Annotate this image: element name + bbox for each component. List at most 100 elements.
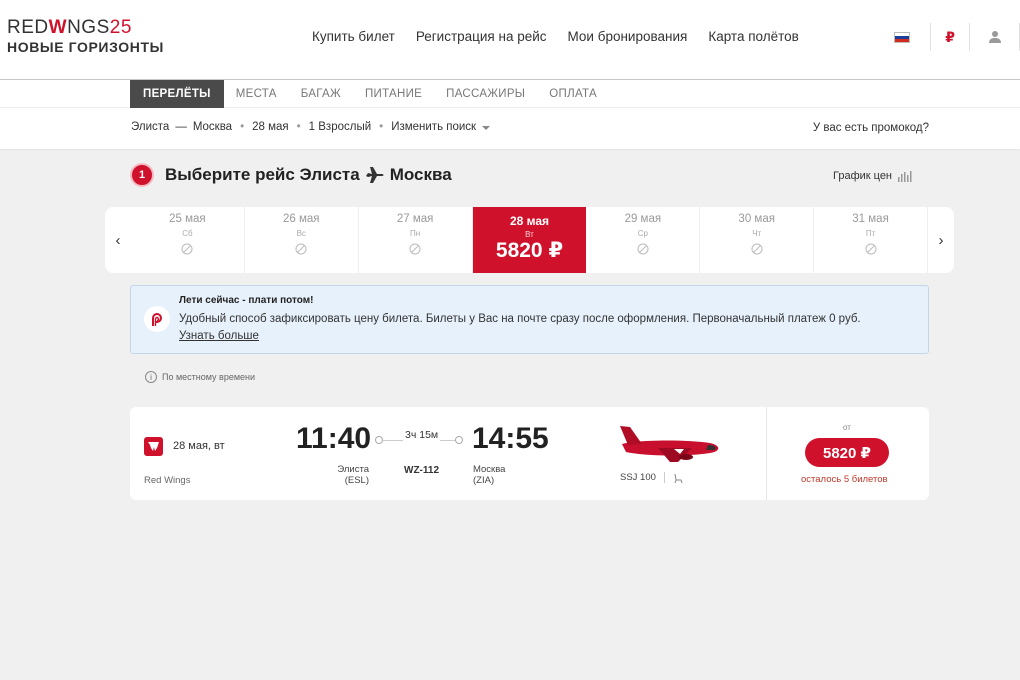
flight-duration: 3ч 15м: [403, 429, 441, 441]
date-label: 28 мая: [509, 214, 550, 228]
nav-my-bookings[interactable]: Мои бронирования: [568, 29, 688, 44]
airline-name: Red Wings: [144, 475, 191, 486]
promo-code-link[interactable]: У вас есть промокод?: [813, 122, 929, 134]
date-option[interactable]: 25 мая Сб: [131, 207, 245, 273]
aircraft-image: [614, 424, 726, 469]
chevron-down-icon: [482, 126, 491, 130]
seat-icon: [674, 473, 683, 483]
date-option[interactable]: 29 мая Ср: [586, 207, 701, 273]
date-label: 30 мая: [738, 213, 775, 225]
departure-airport: Элиста (ESL): [335, 464, 369, 486]
airplane-icon: [365, 167, 384, 183]
seats-left-label: осталось 5 билетов: [801, 474, 888, 485]
title-origin: Выберите рейс Элиста: [165, 165, 360, 184]
unavailable-icon: [814, 243, 927, 255]
unavailable-icon: [700, 243, 813, 255]
separator-dot: •: [379, 121, 384, 133]
select-fare-button[interactable]: 5820 ₽: [805, 438, 889, 467]
unavailable-icon: [359, 243, 472, 255]
date-label: 29 мая: [624, 213, 662, 225]
flight-number: WZ-112: [404, 465, 440, 476]
search-summary-bar: Элиста — Москва • 28 мая • 1 Взрослый • …: [0, 108, 1020, 149]
bar-chart-icon: [898, 170, 912, 182]
date-option[interactable]: 26 мая Вс: [245, 207, 359, 273]
user-icon[interactable]: [970, 23, 1020, 51]
site-header: REDWNGS25 НОВЫЕ ГОРИЗОНТЫ Купить билет Р…: [0, 0, 1020, 80]
logo[interactable]: REDWNGS25 НОВЫЕ ГОРИЗОНТЫ: [7, 17, 164, 56]
unavailable-icon: [131, 243, 244, 255]
russian-flag-icon[interactable]: [894, 31, 911, 43]
logo-subtitle: НОВЫЕ ГОРИЗОНТЫ: [7, 39, 164, 55]
weekday-label: Пн: [410, 229, 421, 238]
header-tools: ₽: [894, 22, 1020, 52]
price-graph-label: График цен: [833, 170, 893, 182]
departure-time: 11:40: [296, 422, 372, 455]
date-label: 25 мая: [169, 213, 206, 225]
arrival-code: (ZIA): [473, 475, 495, 486]
summary-to: Москва: [192, 121, 233, 133]
flight-date: 28 мая, вт: [173, 440, 225, 452]
tab-passengers[interactable]: ПАССАЖИРЫ: [434, 80, 537, 108]
date-option-selected[interactable]: 28 мая Вт 5820 ₽: [472, 207, 587, 273]
step-header: 1 Выберите рейс Элиста Москва: [130, 163, 452, 187]
tab-meals[interactable]: ПИТАНИЕ: [353, 80, 434, 108]
summary-from: Элиста: [131, 121, 170, 133]
currency-selector[interactable]: ₽: [930, 23, 970, 51]
weekday-label: Пт: [865, 229, 876, 238]
summary-date: 28 мая: [252, 121, 289, 133]
separator-dot: •: [296, 121, 301, 133]
red-wings-logo-icon: [144, 437, 163, 456]
aircraft-type: SSJ 100: [620, 472, 656, 483]
weekday-label: Сб: [182, 229, 193, 238]
summary-passengers: 1 Взрослый: [308, 121, 372, 133]
date-label: 26 мая: [282, 213, 320, 225]
banner-title: Лети сейчас - плати потом!: [179, 295, 314, 306]
local-time-label: По местному времени: [162, 372, 256, 382]
departure-city: Элиста: [337, 464, 369, 475]
pay-later-logo-icon: [144, 306, 170, 332]
info-icon: i: [145, 371, 157, 383]
local-time-note: i По местному времени: [145, 371, 255, 383]
nav-buy-ticket[interactable]: Купить билет: [312, 29, 395, 44]
arrival-time: 14:55: [472, 422, 549, 455]
logo-text-25: 25: [109, 17, 132, 38]
change-search-label: Изменить поиск: [391, 121, 477, 133]
banner-text: Удобный способ зафиксировать цену билета…: [179, 313, 861, 325]
date-option[interactable]: 27 мая Пн: [359, 207, 473, 273]
weekday-label: Чт: [752, 229, 762, 238]
nav-check-in[interactable]: Регистрация на рейс: [416, 29, 547, 44]
weekday-label: Вт: [525, 230, 534, 239]
price-graph-button[interactable]: График цен: [833, 170, 912, 182]
departure-code: (ESL): [344, 475, 369, 486]
tab-flights[interactable]: ПЕРЕЛЁТЫ: [130, 80, 224, 108]
tab-baggage[interactable]: БАГАЖ: [289, 80, 353, 108]
date-price: 5820 ₽: [495, 239, 564, 262]
logo-text-ngs: NGS: [67, 17, 110, 38]
logo-text-red: RED: [7, 17, 49, 38]
next-dates-button[interactable]: ›: [928, 207, 954, 273]
chevron-left-icon: ‹: [115, 231, 121, 249]
date-option[interactable]: 30 мая Чт: [700, 207, 815, 273]
title-destination: Москва: [389, 165, 452, 184]
price-from-label: от: [843, 423, 851, 432]
nav-flight-map[interactable]: Карта полётов: [708, 29, 799, 44]
date-selector: ‹ 25 мая Сб 26 мая Вс 27 мая Пн 28 мая В…: [105, 207, 954, 273]
date-option[interactable]: 31 мая Пт: [814, 207, 928, 273]
flight-card[interactable]: 28 мая, вт Red Wings 11:40 3ч 15м 14:55 …: [130, 407, 929, 500]
learn-more-link[interactable]: Узнать больше: [179, 330, 259, 342]
logo-text-w: W: [48, 17, 68, 38]
unavailable-icon: [245, 243, 358, 255]
weekday-label: Ср: [637, 229, 648, 238]
tab-payment[interactable]: ОПЛАТА: [537, 80, 609, 108]
aircraft-info: SSJ 100: [620, 472, 683, 483]
chevron-right-icon: ›: [938, 231, 944, 249]
date-label: 31 мая: [852, 213, 889, 225]
change-search-button[interactable]: Изменить поиск: [391, 121, 491, 133]
weekday-label: Вс: [296, 229, 306, 238]
prev-dates-button[interactable]: ‹: [105, 207, 131, 273]
step-number-badge: 1: [130, 163, 154, 187]
tab-seats[interactable]: МЕСТА: [224, 80, 289, 108]
arrival-airport: Москва (ZIA): [473, 464, 505, 486]
summary-dash: —: [175, 121, 187, 133]
arrival-city: Москва: [473, 464, 506, 475]
